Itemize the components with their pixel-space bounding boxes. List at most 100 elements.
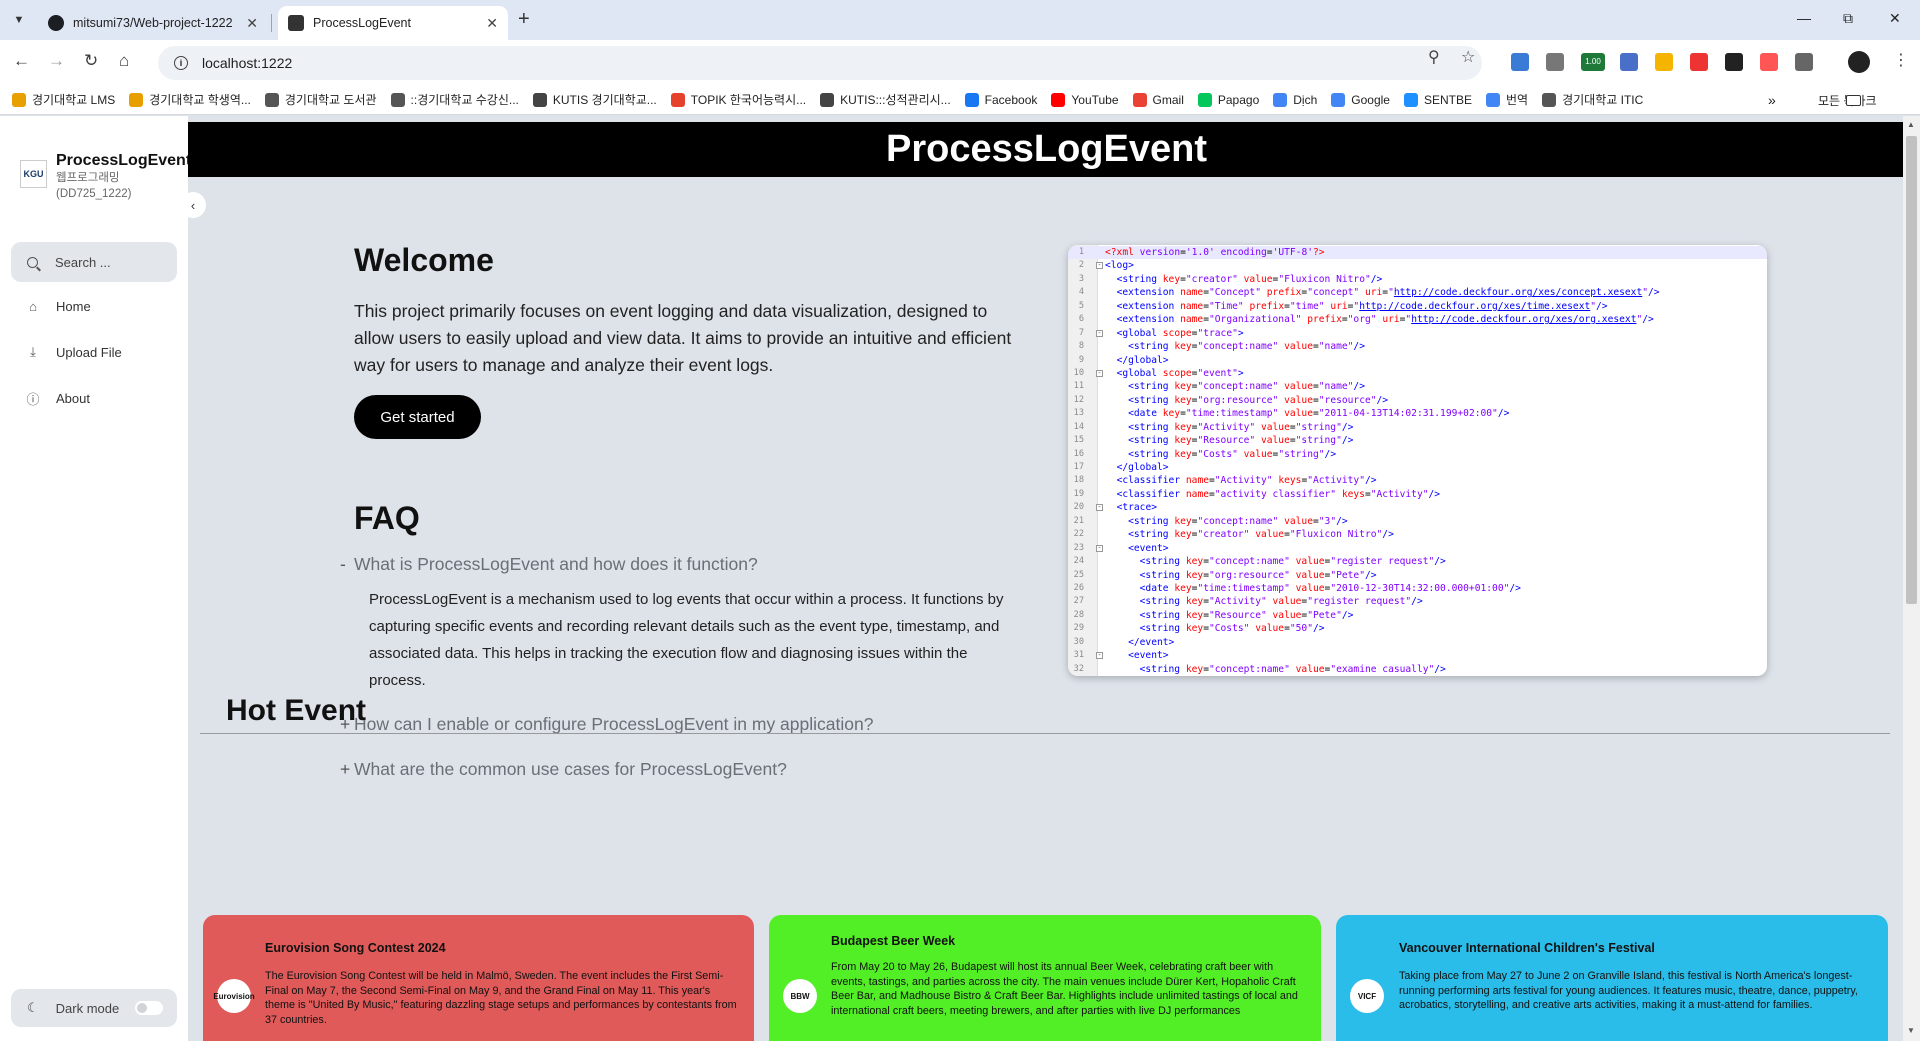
bookmark-label: TOPIK 한국어능력시... xyxy=(690,93,807,107)
all-bookmarks-folder[interactable]: 모든 북마크 xyxy=(1818,92,1877,109)
bookmark-item[interactable]: YouTube xyxy=(1051,92,1119,107)
faq-question-2[interactable]: + How can I enable or configure ProcessLo… xyxy=(340,714,873,735)
fold-toggle-icon[interactable]: - xyxy=(1096,369,1103,377)
sidebar-item-label: Home xyxy=(56,299,91,314)
code-line: 32 <string key="concept:name" value="exa… xyxy=(1068,663,1767,676)
hot-event-heading: Hot Event xyxy=(226,694,367,727)
bookmark-item[interactable]: Dịch xyxy=(1273,92,1318,107)
home-icon[interactable]: ⌂ xyxy=(119,51,129,71)
drive-extension-icon[interactable] xyxy=(1655,53,1673,71)
bookmark-item[interactable]: 경기대학교 도서관 xyxy=(264,91,377,108)
page-scrollbar[interactable]: ▲ ▼ xyxy=(1903,116,1920,1041)
code-text: <string key="concept:name" value="regist… xyxy=(1139,556,1446,568)
code-line: 24 <string key="concept:name" value="reg… xyxy=(1068,555,1767,568)
browser-tab-processlogevent[interactable]: ProcessLogEvent ✕ xyxy=(278,6,508,40)
fold-toggle-icon[interactable]: - xyxy=(1096,262,1103,270)
minimize-icon[interactable]: — xyxy=(1797,10,1811,26)
code-line: 1 <?xml version='1.0' encoding='UTF-8'?> xyxy=(1068,246,1767,260)
bookmark-star-icon[interactable]: ☆ xyxy=(1461,47,1475,67)
bookmark-label: Dịch xyxy=(1293,92,1318,107)
code-line: 17 </global> xyxy=(1068,461,1767,474)
code-text: <trace> xyxy=(1116,502,1157,514)
fold-toggle-icon[interactable]: - xyxy=(1096,329,1103,337)
bookmark-favicon-icon xyxy=(264,92,279,107)
restore-icon[interactable]: ⧉ xyxy=(1843,10,1853,27)
extension-icon[interactable] xyxy=(1511,53,1529,71)
bookmark-item[interactable]: KUTIS:::성적관리시... xyxy=(820,91,951,108)
bookmark-item[interactable]: Gmail xyxy=(1132,92,1184,107)
sidebar-item-home[interactable]: ⌂ Home xyxy=(26,299,91,314)
extension-icon[interactable] xyxy=(1546,53,1564,71)
sidebar-item-upload-file[interactable]: ⤓ Upload File xyxy=(26,344,122,360)
address-bar[interactable]: i localhost:1222 xyxy=(158,46,1482,80)
site-info-icon[interactable]: i xyxy=(174,56,188,70)
line-number: 23 xyxy=(1073,542,1084,553)
fold-toggle-icon[interactable]: - xyxy=(1096,544,1103,552)
code-text: <global scope="event"> xyxy=(1116,367,1244,379)
extension-icon[interactable] xyxy=(1725,53,1743,71)
scrollbar-thumb[interactable] xyxy=(1906,136,1917,604)
dark-mode-toggle[interactable]: ☾ Dark mode xyxy=(11,989,177,1027)
kgu-logo: KGU xyxy=(20,160,47,188)
bookmark-item[interactable]: 경기대학교 학생역... xyxy=(129,91,251,108)
close-tab-icon[interactable]: ✕ xyxy=(486,15,498,32)
tab-search-chevron-icon[interactable]: ▼ xyxy=(8,9,30,31)
faq-question-1[interactable]: - What is ProcessLogEvent and how does it… xyxy=(340,554,758,575)
bookmark-item[interactable]: 번역 xyxy=(1485,91,1528,108)
search-icon xyxy=(27,256,38,268)
bookmark-item[interactable]: ::경기대학교 수강신... xyxy=(390,91,519,108)
extension-icon[interactable] xyxy=(1690,53,1708,71)
browser-menu-icon[interactable]: ⋮ xyxy=(1893,50,1909,70)
bookmark-item[interactable]: Facebook xyxy=(964,92,1037,107)
bookmark-favicon-icon xyxy=(129,92,144,107)
extension-icon[interactable] xyxy=(1760,53,1778,71)
extensions-puzzle-icon[interactable] xyxy=(1795,53,1813,71)
bookmark-favicon-icon xyxy=(670,92,685,107)
scroll-up-icon[interactable]: ▲ xyxy=(1907,120,1915,129)
more-bookmarks-icon[interactable]: » xyxy=(1768,92,1776,108)
reload-icon[interactable]: ↻ xyxy=(84,51,98,71)
bookmark-favicon-icon xyxy=(1197,92,1212,107)
line-number: 16 xyxy=(1073,448,1084,459)
close-window-icon[interactable]: ✕ xyxy=(1889,10,1901,27)
line-number: 14 xyxy=(1073,421,1084,432)
fold-toggle-icon[interactable]: - xyxy=(1096,652,1103,660)
bookmark-item[interactable]: KUTIS 경기대학교... xyxy=(532,91,657,108)
get-started-button[interactable]: Get started xyxy=(354,395,481,439)
bookmark-item[interactable]: Google xyxy=(1331,92,1390,107)
scroll-down-icon[interactable]: ▼ xyxy=(1907,1026,1915,1035)
new-tab-icon[interactable]: + xyxy=(518,8,530,31)
bookmark-item[interactable]: Papago xyxy=(1197,92,1259,107)
sidebar-item-about[interactable]: ⓘ About xyxy=(26,389,90,408)
sidebar-search[interactable]: Search ... xyxy=(11,242,177,282)
bookmark-item[interactable]: SENTBE xyxy=(1403,92,1472,107)
event-card-budapest-beer-week[interactable]: BBW Budapest Beer Week From May 20 to Ma… xyxy=(769,915,1321,1041)
bookmark-favicon-icon xyxy=(390,92,405,107)
speed-extension-icon[interactable]: 1.00 xyxy=(1581,53,1605,71)
bookmark-label: Gmail xyxy=(1152,92,1184,107)
forward-icon[interactable]: → xyxy=(48,51,65,71)
code-text: <string key="creator" value="Fluxicon Ni… xyxy=(1116,273,1383,285)
search-input[interactable]: Search ... xyxy=(55,255,111,270)
event-card-vancouver-childrens-festival[interactable]: VICF Vancouver International Children's … xyxy=(1336,915,1888,1041)
fold-toggle-icon[interactable]: - xyxy=(1096,504,1103,512)
bookmark-item[interactable]: 경기대학교 LMS xyxy=(12,91,115,108)
xml-code-preview: 1 <?xml version='1.0' encoding='UTF-8'?> 2… xyxy=(1068,245,1767,676)
bookmark-item[interactable]: 경기대학교 ITIC xyxy=(1542,91,1643,108)
event-card-eurovision[interactable]: Eurovision Eurovision Song Contest 2024 … xyxy=(203,915,754,1041)
code-line: 29 <string key="Costs" value="50"/> xyxy=(1068,622,1767,635)
zoom-icon[interactable]: ⚲ xyxy=(1428,47,1440,67)
dark-mode-switch[interactable] xyxy=(135,1001,163,1015)
code-line: 23 - <event> xyxy=(1068,542,1767,555)
page-header: ProcessLogEvent xyxy=(188,122,1905,177)
profile-avatar-icon[interactable] xyxy=(1848,51,1870,73)
extension-icon[interactable] xyxy=(1620,53,1638,71)
close-tab-icon[interactable]: ✕ xyxy=(246,15,258,32)
event-title: Eurovision Song Contest 2024 xyxy=(265,941,446,955)
faq-question-3[interactable]: + What are the common use cases for Proce… xyxy=(340,759,787,780)
back-icon[interactable]: ← xyxy=(13,51,30,71)
collapse-sidebar-chevron-icon[interactable]: ‹ xyxy=(180,192,206,218)
bookmark-item[interactable]: TOPIK 한국어능력시... xyxy=(670,91,807,108)
browser-tab-github[interactable]: mitsumi73/Web-project-1222 ✕ xyxy=(38,6,268,40)
line-number: 18 xyxy=(1073,475,1084,486)
